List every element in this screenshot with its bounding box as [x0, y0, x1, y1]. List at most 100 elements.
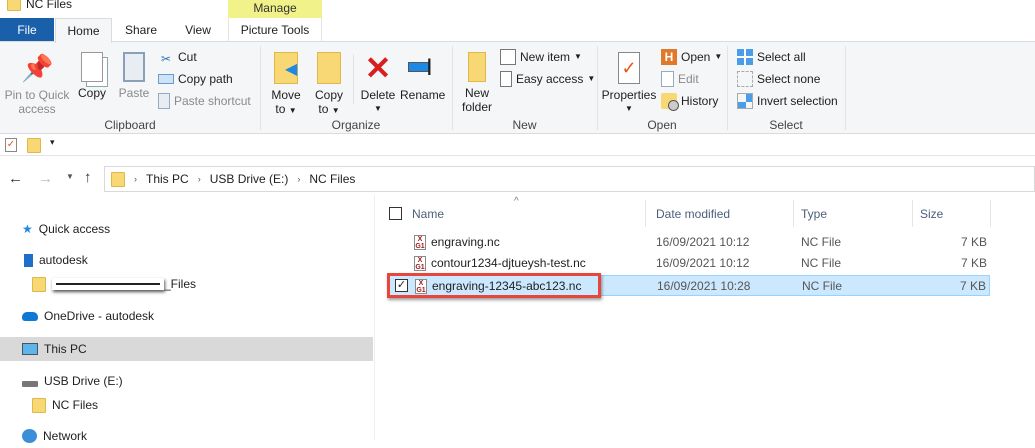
quick-access-toolbar: ✓ ▾	[0, 134, 1035, 156]
nc-file-icon: X G1	[414, 235, 426, 250]
new-group-label: New	[512, 118, 537, 132]
copy-button[interactable]: Copy	[74, 52, 110, 100]
select-none-icon	[737, 71, 753, 87]
pane-divider[interactable]	[374, 195, 375, 440]
column-header-size[interactable]: Size	[920, 203, 943, 225]
copy-path-icon	[158, 74, 174, 84]
column-divider[interactable]	[990, 200, 991, 227]
breadcrumb-this-pc[interactable]: This PC	[146, 172, 189, 186]
address-bar[interactable]: › This PC › USB Drive (E:) › NC Files	[104, 166, 1035, 192]
network-icon	[22, 429, 37, 443]
select-all-button[interactable]: Select all	[737, 47, 806, 67]
history-label: History	[681, 94, 719, 108]
select-none-label: Select none	[757, 72, 821, 86]
pin-to-quick-access-button[interactable]: 📌 Pin to Quick access	[4, 52, 70, 116]
paste-label: Paste	[118, 86, 150, 100]
properties-button[interactable]: ✓ Properties ▼	[601, 52, 657, 116]
history-button[interactable]: History	[661, 91, 718, 111]
copy-icon	[81, 52, 103, 82]
copy-path-label: Copy path	[178, 72, 233, 86]
delete-label: Delete	[360, 88, 396, 102]
file-row[interactable]: X G1 contour1234-djtueysh-test.nc 16/09/2…	[387, 253, 990, 274]
move-to-label: Move	[271, 88, 301, 102]
new-folder-button[interactable]: New folder	[457, 52, 497, 114]
copy-to-button[interactable]: Copy to ▼	[309, 52, 349, 118]
star-icon: ★	[22, 222, 33, 236]
file-name: engraving.nc	[431, 235, 500, 249]
copy-path-button[interactable]: Copy path	[158, 69, 233, 89]
nav-network[interactable]: Network	[0, 424, 373, 448]
file-type: NC File	[801, 256, 842, 270]
customize-toolbar-dropdown[interactable]: ▾	[50, 137, 55, 148]
easy-access-button[interactable]: Easy access ▼	[500, 69, 595, 89]
copy-to-label2: to	[318, 102, 329, 116]
select-all-checkbox[interactable]	[389, 207, 402, 220]
pin-label2: access	[18, 102, 56, 116]
file-date: 16/09/2021 10:28	[657, 279, 751, 293]
delete-button[interactable]: ✕ Delete ▼	[358, 52, 398, 116]
nav-onedrive[interactable]: OneDrive - autodesk	[0, 304, 373, 328]
edit-button[interactable]: Edit	[661, 69, 699, 89]
nav-this-pc[interactable]: This PC	[0, 337, 373, 361]
file-row[interactable]: X G1 engraving.nc 16/09/2021 10:12 NC Fil…	[387, 232, 990, 253]
organize-group-label: Organize	[331, 118, 381, 132]
new-item-button[interactable]: New item ▼	[500, 47, 582, 67]
highlight-box	[387, 273, 601, 298]
nav-quick-access[interactable]: ★ Quick access	[0, 217, 373, 241]
new-folder-icon[interactable]	[27, 138, 41, 153]
nav-usb-drive[interactable]: USB Drive (E:)	[0, 369, 373, 393]
back-button[interactable]: ←	[8, 170, 23, 187]
recent-locations-dropdown[interactable]: ▼	[66, 172, 74, 181]
column-header-type[interactable]: Type	[801, 203, 827, 225]
open-button[interactable]: H Open ▼	[661, 47, 722, 67]
rename-button[interactable]: I Rename	[400, 52, 445, 102]
tab-file[interactable]: File	[0, 18, 54, 42]
nav-autodesk[interactable]: autodesk	[0, 248, 373, 272]
tab-share[interactable]: Share	[118, 18, 164, 42]
new-folder-icon	[468, 52, 486, 82]
select-none-button[interactable]: Select none	[737, 69, 820, 89]
up-button[interactable]: ↑	[84, 169, 92, 186]
tab-view[interactable]: View	[174, 18, 222, 42]
move-to-label2: to	[275, 102, 286, 116]
breadcrumb-nc-files[interactable]: NC Files	[309, 172, 355, 186]
cut-button[interactable]: ✂ Cut	[158, 47, 197, 67]
properties-icon[interactable]: ✓	[5, 138, 17, 152]
tab-picture-tools[interactable]: Picture Tools	[228, 18, 322, 42]
folder-icon	[32, 397, 46, 413]
nav-label: USB Drive (E:)	[44, 374, 123, 388]
invert-selection-button[interactable]: Invert selection	[737, 91, 838, 111]
redaction-mark	[52, 278, 164, 290]
breadcrumb-usb-drive[interactable]: USB Drive (E:)	[210, 172, 289, 186]
paste-shortcut-button[interactable]: Paste shortcut	[158, 91, 251, 111]
column-header-date[interactable]: Date modified	[656, 203, 730, 225]
file-size: 7 KB	[960, 256, 987, 270]
edit-icon	[661, 71, 674, 87]
new-item-label: New item	[520, 50, 571, 64]
column-divider[interactable]	[793, 200, 794, 227]
tab-home[interactable]: Home	[55, 18, 112, 43]
column-header-name[interactable]: Name	[412, 203, 444, 225]
column-divider[interactable]	[912, 200, 913, 227]
cut-label: Cut	[178, 50, 197, 64]
nav-label: _Files	[164, 277, 197, 291]
nav-nc-files[interactable]: NC Files	[0, 393, 373, 417]
scissors-icon: ✂	[160, 52, 172, 66]
nav-files-folder[interactable]: _Files	[0, 272, 373, 296]
move-to-button[interactable]: ◀ Move to ▼	[266, 52, 306, 118]
forward-button[interactable]: →	[38, 170, 53, 187]
history-icon	[661, 93, 679, 111]
column-divider[interactable]	[645, 200, 646, 227]
invert-selection-icon	[737, 93, 753, 109]
paste-button[interactable]: Paste	[116, 52, 152, 100]
open-group-label: Open	[647, 118, 677, 132]
manage-header: Manage	[228, 0, 322, 18]
group-divider	[845, 46, 846, 130]
file-type: NC File	[802, 279, 843, 293]
nav-label: autodesk	[39, 253, 88, 267]
title-bar: NC Files	[0, 0, 1035, 18]
file-name: contour1234-djtueysh-test.nc	[431, 256, 586, 270]
nav-label: Quick access	[38, 222, 111, 236]
clipboard-group-label: Clipboard	[104, 118, 156, 132]
file-date: 16/09/2021 10:12	[656, 235, 750, 249]
